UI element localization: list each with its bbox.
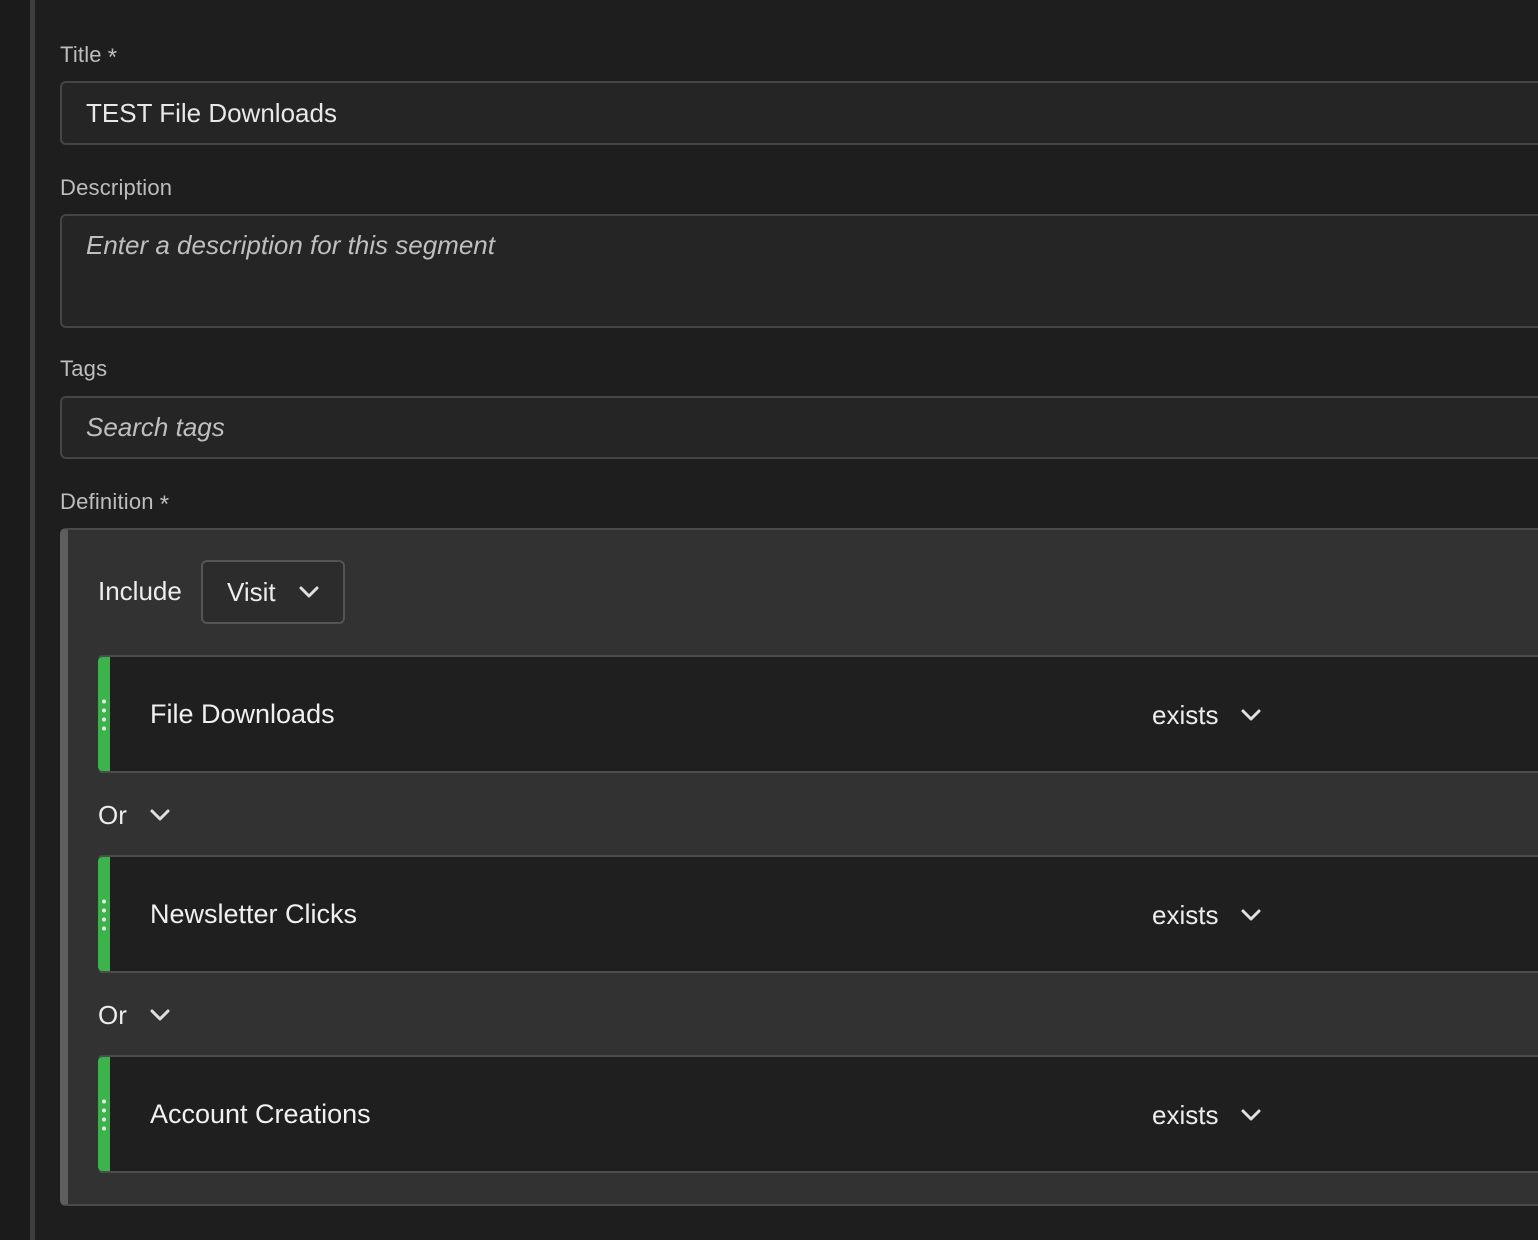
drag-handle-icon <box>101 697 107 733</box>
rule-name: Account Creations <box>150 1099 371 1129</box>
definition-label-text: Definition <box>60 489 154 514</box>
rule-row[interactable]: File Downloads exists <box>98 655 1538 773</box>
chevron-down-icon <box>1241 1109 1261 1121</box>
tags-label: Tags <box>60 356 108 381</box>
scope-dropdown[interactable]: Visit <box>201 560 345 624</box>
logic-connector-value: Or <box>98 999 127 1030</box>
rule-operator-dropdown[interactable]: exists <box>1152 695 1262 735</box>
chevron-down-icon <box>1241 909 1261 921</box>
title-input[interactable] <box>60 81 1538 145</box>
chevron-down-icon <box>150 1009 170 1021</box>
include-label: Include <box>98 576 182 606</box>
title-label-text: Title <box>60 42 102 67</box>
required-asterisk-icon: * <box>107 44 118 71</box>
required-asterisk-icon: * <box>159 491 170 518</box>
rule-row[interactable]: Newsletter Clicks exists <box>98 855 1538 973</box>
left-rail <box>0 0 30 1240</box>
drag-handle[interactable] <box>98 657 110 771</box>
scope-dropdown-value: Visit <box>227 576 276 607</box>
title-label: Title * <box>60 42 118 71</box>
rule-operator-value: exists <box>1152 1099 1219 1130</box>
rule-name: File Downloads <box>150 699 335 729</box>
rule-name: Newsletter Clicks <box>150 899 358 929</box>
drag-handle-icon <box>101 897 107 933</box>
rule-row[interactable]: Account Creations exists <box>98 1055 1538 1173</box>
rule-operator-value: exists <box>1152 899 1219 930</box>
rule-operator-dropdown[interactable]: exists <box>1152 895 1262 935</box>
drag-handle[interactable] <box>98 857 110 971</box>
chevron-down-icon <box>299 586 319 598</box>
chevron-down-icon <box>150 809 170 821</box>
tags-search-input[interactable] <box>60 396 1538 459</box>
chevron-down-icon <box>1241 709 1261 721</box>
rule-operator-value: exists <box>1152 699 1219 730</box>
logic-connector-value: Or <box>98 799 127 830</box>
logic-connector-dropdown[interactable]: Or <box>98 995 171 1035</box>
description-label: Description <box>60 175 173 200</box>
drag-handle-icon <box>101 1097 107 1133</box>
definition-label: Definition * <box>60 489 170 518</box>
logic-connector-dropdown[interactable]: Or <box>98 795 171 835</box>
description-textarea[interactable] <box>60 214 1538 328</box>
drag-handle[interactable] <box>98 1057 110 1171</box>
left-rail-divider <box>30 0 35 1240</box>
rule-operator-dropdown[interactable]: exists <box>1152 1095 1262 1135</box>
